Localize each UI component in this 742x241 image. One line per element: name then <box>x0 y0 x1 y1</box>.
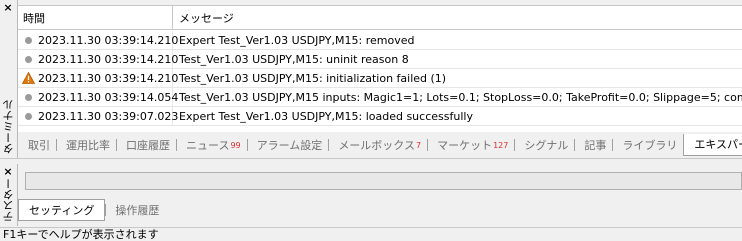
tab-label: マーケット <box>437 139 493 152</box>
warning-icon <box>18 72 38 84</box>
tab-alerts[interactable]: アラーム設定 <box>246 135 329 155</box>
terminal-side-strip: × ターミナル <box>0 0 18 158</box>
tab-label: 運用比率 <box>66 139 110 152</box>
tab-label: ニュース <box>186 139 230 152</box>
info-dot-icon <box>18 112 38 120</box>
tester-settings-field[interactable] <box>25 172 742 190</box>
tab-settings[interactable]: セッティング <box>18 199 106 221</box>
terminal-tab-bar: 取引 運用比率 口座履歴 ニュース 99 アラーム設定 メールボックス 7 マーケッ… <box>18 133 742 156</box>
tab-trade[interactable]: 取引 <box>18 135 56 155</box>
journal-message: Expert Test_Ver1.03 USDJPY,M15: removed <box>179 33 415 47</box>
journal-time-cell: 2023.11.30 03:39:14.210 <box>18 50 178 68</box>
journal-time-cell: 2023.11.30 03:39:14.210 <box>18 31 178 49</box>
tab-label: セッティング <box>29 204 95 217</box>
journal-header: 時間 メッセージ <box>18 6 742 30</box>
journal-row[interactable]: 2023.11.30 03:39:14.210 Test_Ver1.03 USD… <box>18 69 742 88</box>
tab-label: エキスパート <box>694 138 742 151</box>
journal-message: Test_Ver1.03 USDJPY,M15 inputs: Magic1=1… <box>179 90 742 104</box>
tab-articles[interactable]: 記事 <box>574 135 612 155</box>
tab-mailbox[interactable]: メールボックス 7 <box>328 135 427 155</box>
info-dot-icon <box>18 36 38 44</box>
tab-account-history[interactable]: 口座履歴 <box>116 135 176 155</box>
terminal-close-button[interactable]: × <box>0 1 16 14</box>
tester-title: テスター <box>2 178 15 222</box>
expert-journal-list[interactable]: 時間 メッセージ 2023.11.30 03:39:14.210 Expert … <box>18 5 742 132</box>
tester-close-button[interactable]: × <box>0 165 16 178</box>
journal-message: Expert Test_Ver1.03 USDJPY,M15: loaded s… <box>179 109 473 123</box>
journal-time: 2023.11.30 03:39:14.210 <box>38 33 179 47</box>
tab-label: アラーム設定 <box>256 139 323 152</box>
tester-side-strip: × テスター <box>0 164 18 226</box>
journal-time: 2023.11.30 03:39:14.054 <box>38 90 179 104</box>
journal-time: 2023.11.30 03:39:14.210 <box>38 71 179 85</box>
tester-tab-bar: セッティング 操作履歴 <box>18 199 165 221</box>
journal-row[interactable]: 2023.11.30 03:39:14.054 Test_Ver1.03 USD… <box>18 88 742 107</box>
journal-time-cell: 2023.11.30 03:39:14.054 <box>18 88 178 106</box>
tab-badge: 7 <box>415 140 422 150</box>
tab-label: 口座履歴 <box>126 139 170 152</box>
tab-label: 取引 <box>28 139 50 152</box>
tab-experts[interactable]: エキスパート <box>683 133 742 156</box>
status-bar: F1キーでヘルプが表示されます <box>0 227 742 241</box>
tab-label: シグナル <box>524 139 569 152</box>
journal-time: 2023.11.30 03:39:07.023 <box>38 109 179 123</box>
column-header-message[interactable]: メッセージ <box>173 6 234 29</box>
info-dot-icon <box>18 93 38 101</box>
journal-rows: 2023.11.30 03:39:14.210 Expert Test_Ver1… <box>18 30 742 126</box>
tab-label: 記事 <box>584 139 607 152</box>
tab-badge: 127 <box>493 140 509 150</box>
journal-row[interactable]: 2023.11.30 03:39:07.023 Expert Test_Ver1… <box>18 107 742 126</box>
tab-library[interactable]: ライブラリ <box>612 135 683 155</box>
tab-label: 操作履歴 <box>115 204 160 217</box>
column-header-time[interactable]: 時間 <box>18 6 173 29</box>
tab-label: メールボックス <box>338 139 415 152</box>
tab-news[interactable]: ニュース 99 <box>176 135 247 155</box>
journal-time: 2023.11.30 03:39:14.210 <box>38 52 179 66</box>
tab-label: ライブラリ <box>622 139 678 152</box>
tab-exposure[interactable]: 運用比率 <box>56 135 116 155</box>
terminal-title: ターミナル <box>2 99 15 154</box>
journal-message: Test_Ver1.03 USDJPY,M15: uninit reason 8 <box>179 52 409 66</box>
tab-signals[interactable]: シグナル <box>514 135 574 155</box>
journal-time-cell: 2023.11.30 03:39:07.023 <box>18 107 178 125</box>
tab-badge: 99 <box>230 140 241 150</box>
journal-row[interactable]: 2023.11.30 03:39:14.210 Test_Ver1.03 USD… <box>18 50 742 69</box>
journal-time-cell: 2023.11.30 03:39:14.210 <box>18 69 178 87</box>
info-dot-icon <box>18 55 38 63</box>
journal-message: Test_Ver1.03 USDJPY,M15: initialization … <box>179 71 447 85</box>
tab-market[interactable]: マーケット 127 <box>427 135 514 155</box>
tab-operation-history[interactable]: 操作履歴 <box>105 200 165 220</box>
panel-divider <box>0 158 742 159</box>
journal-row[interactable]: 2023.11.30 03:39:14.210 Expert Test_Ver1… <box>18 31 742 50</box>
